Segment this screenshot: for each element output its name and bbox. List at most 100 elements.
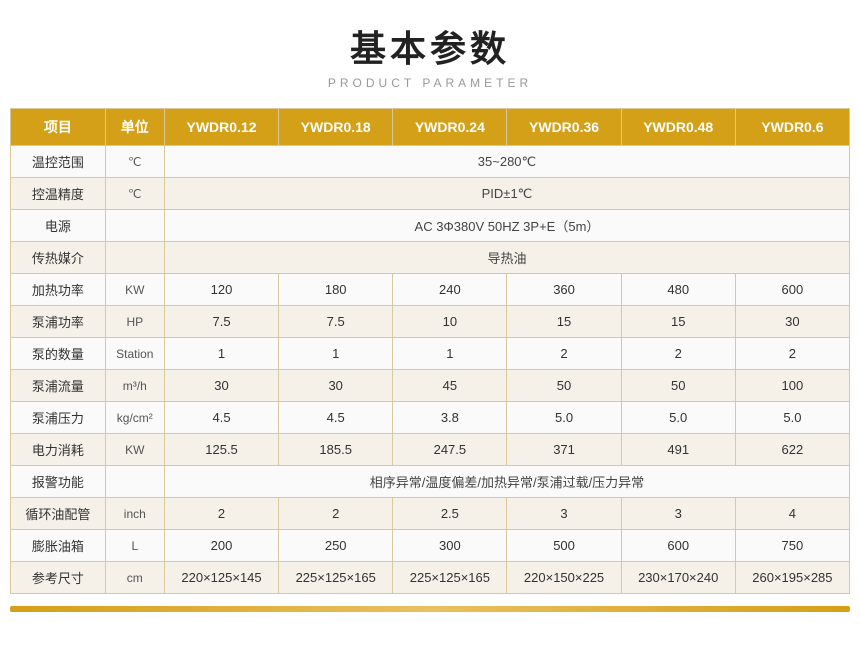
row-4-val-5: 600 [735,274,849,306]
row-5-val-2: 10 [393,306,507,338]
row-5-val-3: 15 [507,306,621,338]
row-5-val-4: 15 [621,306,735,338]
row-5-val-5: 30 [735,306,849,338]
row-12-val-3: 500 [507,530,621,562]
table-row: 加热功率KW120180240360480600 [11,274,850,306]
col-header-4: YWDR0.24 [393,109,507,146]
row-6-val-0: 1 [164,338,278,370]
row-unit-5: HP [105,306,164,338]
row-6-val-3: 2 [507,338,621,370]
row-11-val-2: 2.5 [393,498,507,530]
row-span-0: 35~280℃ [164,146,849,178]
row-label-6: 泵的数量 [11,338,106,370]
row-8-val-5: 5.0 [735,402,849,434]
row-unit-2 [105,210,164,242]
col-header-1: 单位 [105,109,164,146]
table-row: 参考尺寸cm220×125×145225×125×165225×125×1652… [11,562,850,594]
row-11-val-5: 4 [735,498,849,530]
row-label-9: 电力消耗 [11,434,106,466]
row-label-12: 膨胀油箱 [11,530,106,562]
row-label-0: 温控范围 [11,146,106,178]
row-4-val-2: 240 [393,274,507,306]
row-label-13: 参考尺寸 [11,562,106,594]
col-header-7: YWDR0.6 [735,109,849,146]
row-span-3: 导热油 [164,242,849,274]
row-13-val-3: 220×150×225 [507,562,621,594]
page-subtitle: PRODUCT PARAMETER [328,76,532,90]
row-label-8: 泵浦压力 [11,402,106,434]
table-row: 循环油配管inch222.5334 [11,498,850,530]
col-header-0: 项目 [11,109,106,146]
row-12-val-5: 750 [735,530,849,562]
row-unit-4: KW [105,274,164,306]
row-6-val-2: 1 [393,338,507,370]
row-9-val-4: 491 [621,434,735,466]
row-unit-12: L [105,530,164,562]
row-6-val-4: 2 [621,338,735,370]
row-9-val-3: 371 [507,434,621,466]
row-label-3: 传热媒介 [11,242,106,274]
bottom-bar [10,606,850,612]
col-header-3: YWDR0.18 [279,109,393,146]
table-row: 泵浦压力kg/cm²4.54.53.85.05.05.0 [11,402,850,434]
row-label-11: 循环油配管 [11,498,106,530]
row-8-val-4: 5.0 [621,402,735,434]
row-unit-11: inch [105,498,164,530]
row-5-val-1: 7.5 [279,306,393,338]
row-4-val-3: 360 [507,274,621,306]
row-8-val-0: 4.5 [164,402,278,434]
row-label-1: 控温精度 [11,178,106,210]
row-7-val-2: 45 [393,370,507,402]
row-11-val-0: 2 [164,498,278,530]
row-label-4: 加热功率 [11,274,106,306]
row-7-val-3: 50 [507,370,621,402]
row-12-val-1: 250 [279,530,393,562]
row-span-1: PID±1℃ [164,178,849,210]
col-header-6: YWDR0.48 [621,109,735,146]
table-row: 电源AC 3Φ380V 50HZ 3P+E（5m） [11,210,850,242]
row-unit-13: cm [105,562,164,594]
row-11-val-1: 2 [279,498,393,530]
row-unit-9: KW [105,434,164,466]
table-row: 温控范围℃35~280℃ [11,146,850,178]
row-4-val-0: 120 [164,274,278,306]
row-span-10: 相序异常/温度偏差/加热异常/泵浦过载/压力异常 [164,466,849,498]
row-unit-8: kg/cm² [105,402,164,434]
table-row: 泵浦功率HP7.57.510151530 [11,306,850,338]
row-7-val-0: 30 [164,370,278,402]
row-6-val-5: 2 [735,338,849,370]
table-row: 电力消耗KW125.5185.5247.5371491622 [11,434,850,466]
row-12-val-2: 300 [393,530,507,562]
row-13-val-1: 225×125×165 [279,562,393,594]
row-11-val-4: 3 [621,498,735,530]
row-unit-6: Station [105,338,164,370]
row-unit-7: m³/h [105,370,164,402]
col-header-5: YWDR0.36 [507,109,621,146]
row-8-val-1: 4.5 [279,402,393,434]
row-label-5: 泵浦功率 [11,306,106,338]
row-4-val-1: 180 [279,274,393,306]
row-unit-1: ℃ [105,178,164,210]
page-title: 基本参数 [350,20,510,72]
row-5-val-0: 7.5 [164,306,278,338]
row-9-val-2: 247.5 [393,434,507,466]
table-row: 报警功能 相序异常/温度偏差/加热异常/泵浦过载/压力异常 [11,466,850,498]
row-label-7: 泵浦流量 [11,370,106,402]
row-unit-0: ℃ [105,146,164,178]
row-9-val-0: 125.5 [164,434,278,466]
table-row: 传热媒介 导热油 [11,242,850,274]
param-table: 项目单位YWDR0.12YWDR0.18YWDR0.24YWDR0.36YWDR… [10,108,850,594]
row-unit-10 [105,466,164,498]
row-13-val-2: 225×125×165 [393,562,507,594]
table-row: 泵浦流量m³/h3030455050100 [11,370,850,402]
row-9-val-1: 185.5 [279,434,393,466]
row-13-val-0: 220×125×145 [164,562,278,594]
row-label-10: 报警功能 [11,466,106,498]
row-7-val-5: 100 [735,370,849,402]
row-8-val-2: 3.8 [393,402,507,434]
table-row: 膨胀油箱L200250300500600750 [11,530,850,562]
row-12-val-4: 600 [621,530,735,562]
row-11-val-3: 3 [507,498,621,530]
row-13-val-5: 260×195×285 [735,562,849,594]
row-label-2: 电源 [11,210,106,242]
